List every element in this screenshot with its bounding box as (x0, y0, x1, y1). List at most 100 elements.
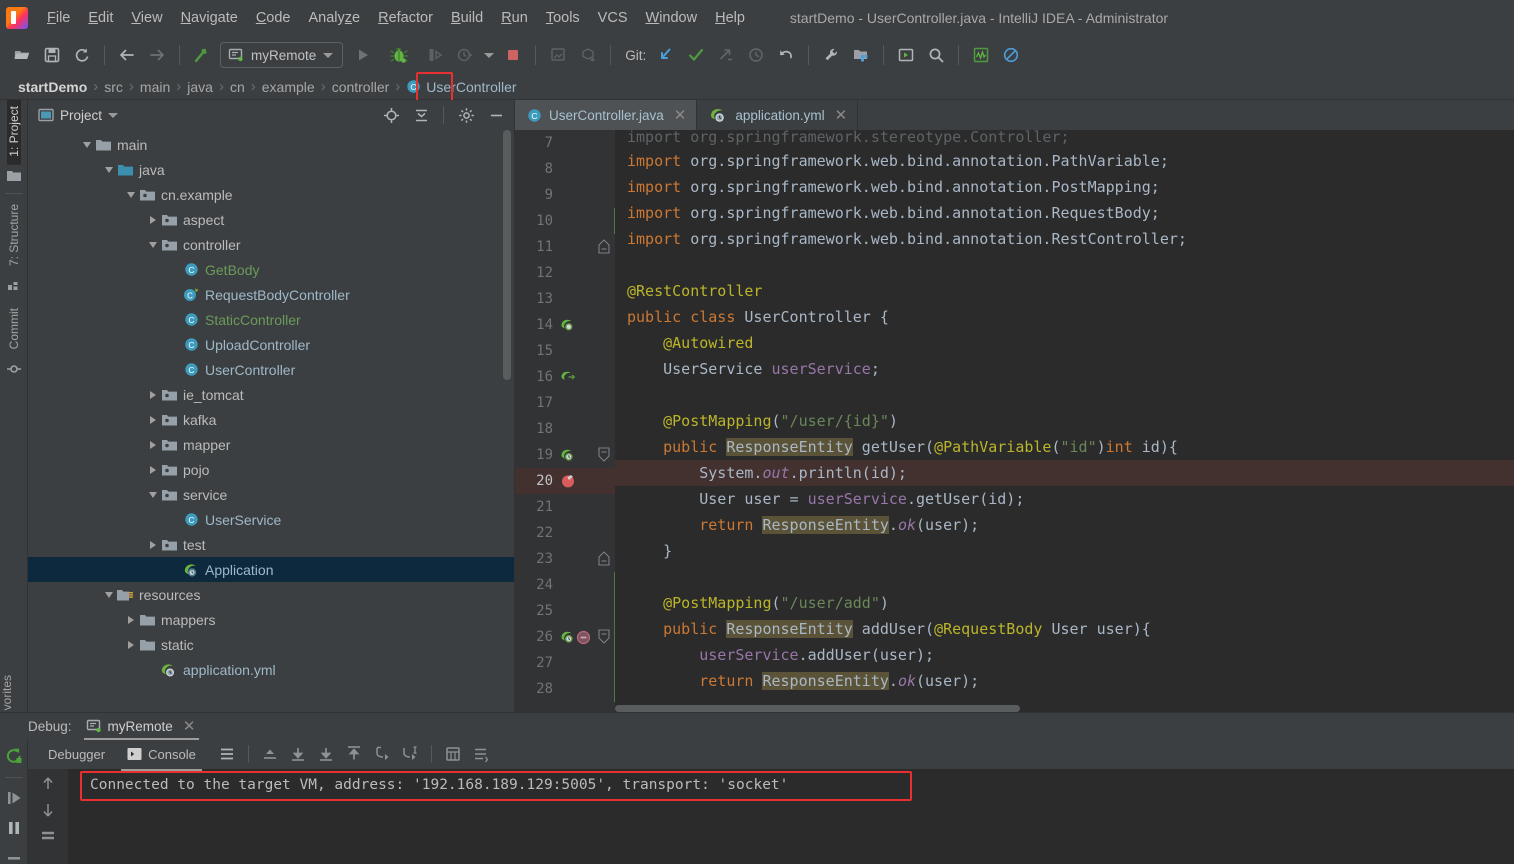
chevron-down-icon[interactable] (108, 112, 119, 118)
git-push-icon[interactable] (712, 42, 740, 68)
tree-item[interactable]: test (28, 532, 514, 557)
gutter-icons[interactable] (557, 286, 591, 312)
spring-mapping-icon[interactable] (560, 448, 575, 462)
menu-run[interactable]: Run (492, 7, 537, 29)
gutter-line[interactable]: 14 (515, 312, 615, 338)
tree-item[interactable]: C UserController (28, 357, 514, 382)
minimize-icon[interactable] (484, 104, 508, 126)
gutter-icons[interactable] (557, 130, 591, 156)
editor-code-content[interactable]: import org.springframework.stereotype.Co… (615, 130, 1514, 712)
tree-item[interactable]: C RequestBodyController (28, 282, 514, 307)
menu-code[interactable]: Code (247, 7, 300, 29)
force-step-into-icon[interactable] (341, 742, 367, 766)
editor-horizontal-scrollbar[interactable] (615, 705, 1514, 712)
stop-icon[interactable] (1, 846, 27, 864)
breakpoint-muted-icon[interactable] (576, 630, 591, 645)
code-editor[interactable]: 7 8 9 10 11 12 13 14 15 16 17 18 19 20 21 22 23 24 25 26 27 2… (515, 130, 1514, 712)
chevron-right-icon[interactable] (146, 538, 160, 552)
code-line[interactable]: UserService userService; (615, 356, 1514, 382)
debug-session-tab[interactable]: myRemote ✕ (80, 713, 204, 740)
breadcrumb-item-src[interactable]: src (98, 79, 129, 95)
terminal-run-icon[interactable] (892, 42, 920, 68)
code-line[interactable] (615, 564, 1514, 590)
fold-collapse-icon[interactable] (598, 629, 610, 645)
chevron-right-icon[interactable] (146, 413, 160, 427)
stop-square-icon[interactable] (499, 42, 527, 68)
chevron-right-icon[interactable] (146, 388, 160, 402)
gutter-line[interactable]: 18 (515, 416, 615, 442)
run-to-cursor-icon[interactable] (397, 742, 423, 766)
code-line[interactable]: import org.springframework.web.bind.anno… (615, 226, 1514, 252)
gutter-icons[interactable] (557, 364, 591, 390)
spring-bean-icon[interactable] (560, 318, 575, 332)
gutter-line[interactable]: 28 (515, 676, 619, 702)
chevron-down-icon[interactable] (124, 188, 138, 202)
gutter-line[interactable]: 24 (515, 572, 619, 598)
code-line[interactable]: import org.springframework.stereotype.Co… (615, 130, 1514, 148)
code-line[interactable]: import org.springframework.web.bind.anno… (615, 148, 1514, 174)
search-magnifier-icon[interactable] (922, 42, 950, 68)
breakpoint-icon[interactable] (560, 473, 576, 489)
chevron-right-icon[interactable] (124, 638, 138, 652)
code-line[interactable]: public ResponseEntity addUser(@RequestBo… (615, 616, 1514, 642)
device-icon[interactable] (544, 42, 572, 68)
close-icon[interactable]: ✕ (835, 106, 848, 124)
arrow-forward-icon[interactable] (143, 42, 171, 68)
code-line[interactable]: @PostMapping("/user/{id}") (615, 408, 1514, 434)
tree-item[interactable]: main (28, 132, 514, 157)
menu-tools[interactable]: Tools (537, 7, 589, 29)
gutter-icons[interactable] (557, 676, 591, 702)
git-rollback-undo-icon[interactable] (772, 42, 800, 68)
code-line[interactable]: public ResponseEntity getUser(@PathVaria… (615, 434, 1514, 460)
code-line[interactable]: userService.addUser(user); (615, 642, 1514, 668)
code-line[interactable]: @PostMapping("/user/add") (615, 590, 1514, 616)
gutter-icons[interactable] (557, 468, 591, 494)
run-play-icon[interactable] (349, 42, 377, 68)
chevron-down-icon[interactable] (146, 238, 160, 252)
sidebar-tab-commit[interactable]: Commit (7, 302, 21, 357)
gutter-line[interactable]: 15 (515, 338, 615, 364)
editor-tab[interactable]: C UserController.java ✕ (515, 100, 698, 130)
project-structure-icon[interactable] (847, 42, 875, 68)
tree-item[interactable]: C UserService (28, 507, 514, 532)
breadcrumb-item-project[interactable]: startDemo (12, 79, 93, 95)
chevron-down-icon[interactable] (80, 138, 94, 152)
console-text-area[interactable]: Connected to the target VM, address: '19… (68, 769, 1514, 864)
gutter-icons[interactable] (557, 494, 591, 520)
chevron-right-icon[interactable] (124, 613, 138, 627)
menu-vcs[interactable]: VCS (589, 7, 637, 29)
tree-item[interactable]: service (28, 482, 514, 507)
chevron-down-icon[interactable] (146, 488, 160, 502)
open-folder-icon[interactable] (8, 42, 36, 68)
gutter-line[interactable]: 7 (515, 130, 615, 156)
gutter-line[interactable]: 13 (515, 286, 615, 312)
code-line[interactable]: return ResponseEntity.ok(user); (615, 668, 1514, 694)
close-icon[interactable]: ✕ (183, 717, 196, 735)
gutter-line[interactable]: 22 (515, 520, 615, 546)
gutter-icons[interactable] (557, 598, 591, 624)
target-crosshair-icon[interactable] (379, 104, 403, 126)
no-entry-disable-icon[interactable] (997, 42, 1025, 68)
tab-console[interactable]: Console (117, 743, 206, 771)
tree-item[interactable]: controller (28, 232, 514, 257)
menu-edit[interactable]: Edit (79, 7, 122, 29)
gutter-line[interactable]: 20 (515, 468, 615, 494)
chevron-down-icon[interactable] (323, 52, 334, 58)
step-into-icon[interactable] (313, 742, 339, 766)
code-line[interactable]: @Autowired (615, 330, 1514, 356)
code-line[interactable]: @RestController (615, 278, 1514, 304)
chevron-down-icon[interactable] (102, 163, 116, 177)
layout-settings-icon[interactable] (468, 742, 494, 766)
step-over-icon[interactable] (285, 742, 311, 766)
gutter-icons[interactable] (557, 416, 591, 442)
gutter-icons[interactable] (557, 156, 591, 182)
sidebar-tab-structure[interactable]: 7: Structure (7, 198, 21, 274)
spring-mapping-icon[interactable] (560, 630, 575, 644)
code-line[interactable]: import org.springframework.web.bind.anno… (615, 200, 1514, 226)
tree-item[interactable]: cn.example (28, 182, 514, 207)
tree-item[interactable]: C UploadController (28, 332, 514, 357)
code-line[interactable]: import org.springframework.web.bind.anno… (615, 174, 1514, 200)
gutter-icons[interactable] (557, 546, 591, 572)
menu-view[interactable]: View (122, 7, 171, 29)
evaluate-expression-icon[interactable] (440, 742, 466, 766)
